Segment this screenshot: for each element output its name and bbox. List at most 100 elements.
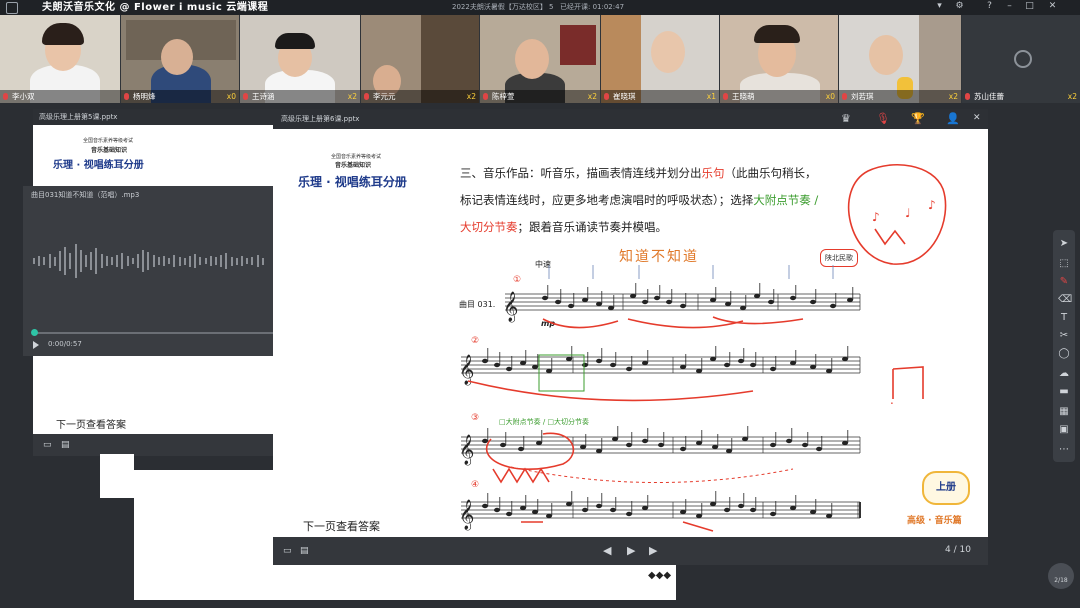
- title-bar: 夫朗沃音乐文化 @ Flower i music 云端课程 2022夫朗沃暑假【…: [0, 0, 1080, 15]
- page-indicator: 4 / 10: [945, 545, 971, 555]
- svg-text:♩: ♩: [905, 206, 911, 220]
- layout-icon[interactable]: ▭: [43, 440, 52, 451]
- notehead: [710, 356, 716, 362]
- notehead: [494, 362, 500, 368]
- eraser-icon[interactable]: ⌫: [1058, 294, 1072, 306]
- notehead: [810, 509, 816, 515]
- notehead: [725, 301, 731, 307]
- notehead: [520, 360, 526, 366]
- more-tools-icon[interactable]: ⋯: [1058, 444, 1070, 456]
- svg-text:𝄞: 𝄞: [503, 291, 518, 323]
- main-ppt-window[interactable]: 高级乐理上册第6课.pptx ♛ 🎙 🏆 👤 ✕ 全国音乐素养等级考试 音乐基础…: [273, 109, 988, 565]
- corner-widget[interactable]: 2/18: [1048, 563, 1074, 589]
- drawing-toolbar: ➤ ⬚ ✎ ⌫ T ✂ ◯ ☁ ▬ ▦ ▣ ⋯: [1053, 230, 1075, 462]
- audio-progress-track[interactable]: [33, 332, 273, 334]
- help-icon[interactable]: ?: [985, 2, 994, 11]
- video-tile[interactable]: 杨明烽 x0: [121, 15, 239, 103]
- series-label: 高级 · 音乐篇: [907, 516, 962, 526]
- audio-time: 0:00/0:57: [48, 340, 82, 348]
- folder-icon[interactable]: ▬: [1058, 386, 1070, 398]
- signal-icon: ▾: [937, 1, 942, 11]
- notehead: [816, 446, 822, 452]
- close-icon[interactable]: ✕: [1048, 2, 1057, 11]
- notehead: [580, 444, 586, 450]
- video-tile[interactable]: 李元元 x2: [361, 15, 479, 103]
- notehead: [768, 299, 774, 305]
- notehead: [555, 299, 561, 305]
- notehead: [482, 438, 488, 444]
- notehead: [612, 436, 618, 442]
- notehead: [482, 358, 488, 364]
- trophy-icon[interactable]: 🏆: [911, 113, 925, 124]
- notehead: [742, 436, 748, 442]
- audio-player[interactable]: 曲目031知道不知道（范唱）.mp3 0:00/0:57: [23, 186, 273, 356]
- notehead: [608, 305, 614, 311]
- pen-icon[interactable]: ✎: [1058, 276, 1070, 288]
- thumbnail-icon[interactable]: ▤: [300, 546, 309, 557]
- logo-small: 全国音乐素养等级考试: [83, 138, 134, 144]
- app-menu-icon[interactable]: [6, 2, 18, 14]
- notehead: [582, 297, 588, 303]
- video-tile[interactable]: 苏山佳蕾 x2: [962, 15, 1080, 103]
- notehead: [738, 358, 744, 364]
- notehead: [842, 440, 848, 446]
- image-icon[interactable]: ▣: [1058, 424, 1070, 436]
- notehead: [566, 356, 572, 362]
- more-icon[interactable]: ◆◆◆: [648, 570, 671, 581]
- notehead: [532, 364, 538, 370]
- notehead: [642, 438, 648, 444]
- background-window-edge: [100, 454, 134, 498]
- user-off-icon[interactable]: 👤: [946, 113, 960, 124]
- notehead: [680, 364, 686, 370]
- video-strip: 李小双 杨明烽 x0 王诗涵 x2 李元元 x2 陈梓萱 x2 崔晓琪 x1 王晓萌 x0: [0, 15, 1080, 103]
- maximize-icon[interactable]: □: [1025, 2, 1034, 11]
- notehead: [790, 295, 796, 301]
- notehead: [802, 442, 808, 448]
- svg-text:𝄞: 𝄞: [459, 499, 474, 531]
- scissors-icon[interactable]: ✂: [1058, 330, 1070, 342]
- window-header: 高级乐理上册第5课.pptx: [33, 109, 273, 125]
- play-slide-icon[interactable]: ▶: [627, 545, 635, 556]
- window-footer: ▭ ▤: [33, 434, 273, 456]
- pointer-icon[interactable]: ➤: [1058, 238, 1070, 250]
- svg-text:♪: ♪: [928, 198, 936, 212]
- notehead: [842, 356, 848, 362]
- crown-icon[interactable]: ♛: [841, 113, 851, 124]
- shape-icon[interactable]: ◯: [1058, 348, 1070, 360]
- class-timer: 已经开课: 01:02:47: [560, 3, 625, 11]
- next-slide-icon[interactable]: ▶: [649, 545, 657, 556]
- settings-icon[interactable]: ⚙: [955, 2, 964, 11]
- mic-off-icon[interactable]: 🎙: [876, 113, 890, 124]
- notehead: [642, 299, 648, 305]
- notehead: [847, 297, 853, 303]
- notehead: [810, 299, 816, 305]
- video-tile[interactable]: 李小双: [0, 15, 120, 103]
- notehead: [770, 442, 776, 448]
- video-tile[interactable]: 王诗涵 x2: [240, 15, 360, 103]
- video-tile[interactable]: 陈梓萱 x2: [480, 15, 600, 103]
- play-icon[interactable]: [33, 341, 39, 349]
- text-icon[interactable]: T: [1058, 312, 1070, 324]
- video-tile[interactable]: 崔晓琪 x1: [601, 15, 719, 103]
- video-tile[interactable]: 刘若琪 x2: [839, 15, 961, 103]
- file-icon[interactable]: ▦: [1058, 406, 1070, 418]
- cloud-icon[interactable]: ☁: [1058, 368, 1070, 380]
- notehead: [546, 513, 552, 519]
- select-icon[interactable]: ⬚: [1058, 258, 1070, 270]
- audio-file-name: 曲目031知道不知道（范唱）.mp3: [31, 191, 140, 199]
- notehead: [826, 368, 832, 374]
- audio-progress-knob[interactable]: [31, 329, 38, 336]
- previous-slide-icon[interactable]: ◀: [603, 545, 611, 556]
- notehead: [680, 509, 686, 515]
- notehead: [790, 360, 796, 366]
- notehead: [696, 368, 702, 374]
- notehead: [658, 442, 664, 448]
- notehead: [626, 442, 632, 448]
- thumbnail-icon[interactable]: ▤: [61, 440, 70, 451]
- minimize-icon[interactable]: –: [1005, 2, 1014, 11]
- notehead: [738, 503, 744, 509]
- close-icon[interactable]: ✕: [973, 113, 981, 124]
- notehead: [790, 505, 796, 511]
- layout-icon[interactable]: ▭: [283, 546, 292, 557]
- video-tile[interactable]: 王晓萌 x0: [720, 15, 838, 103]
